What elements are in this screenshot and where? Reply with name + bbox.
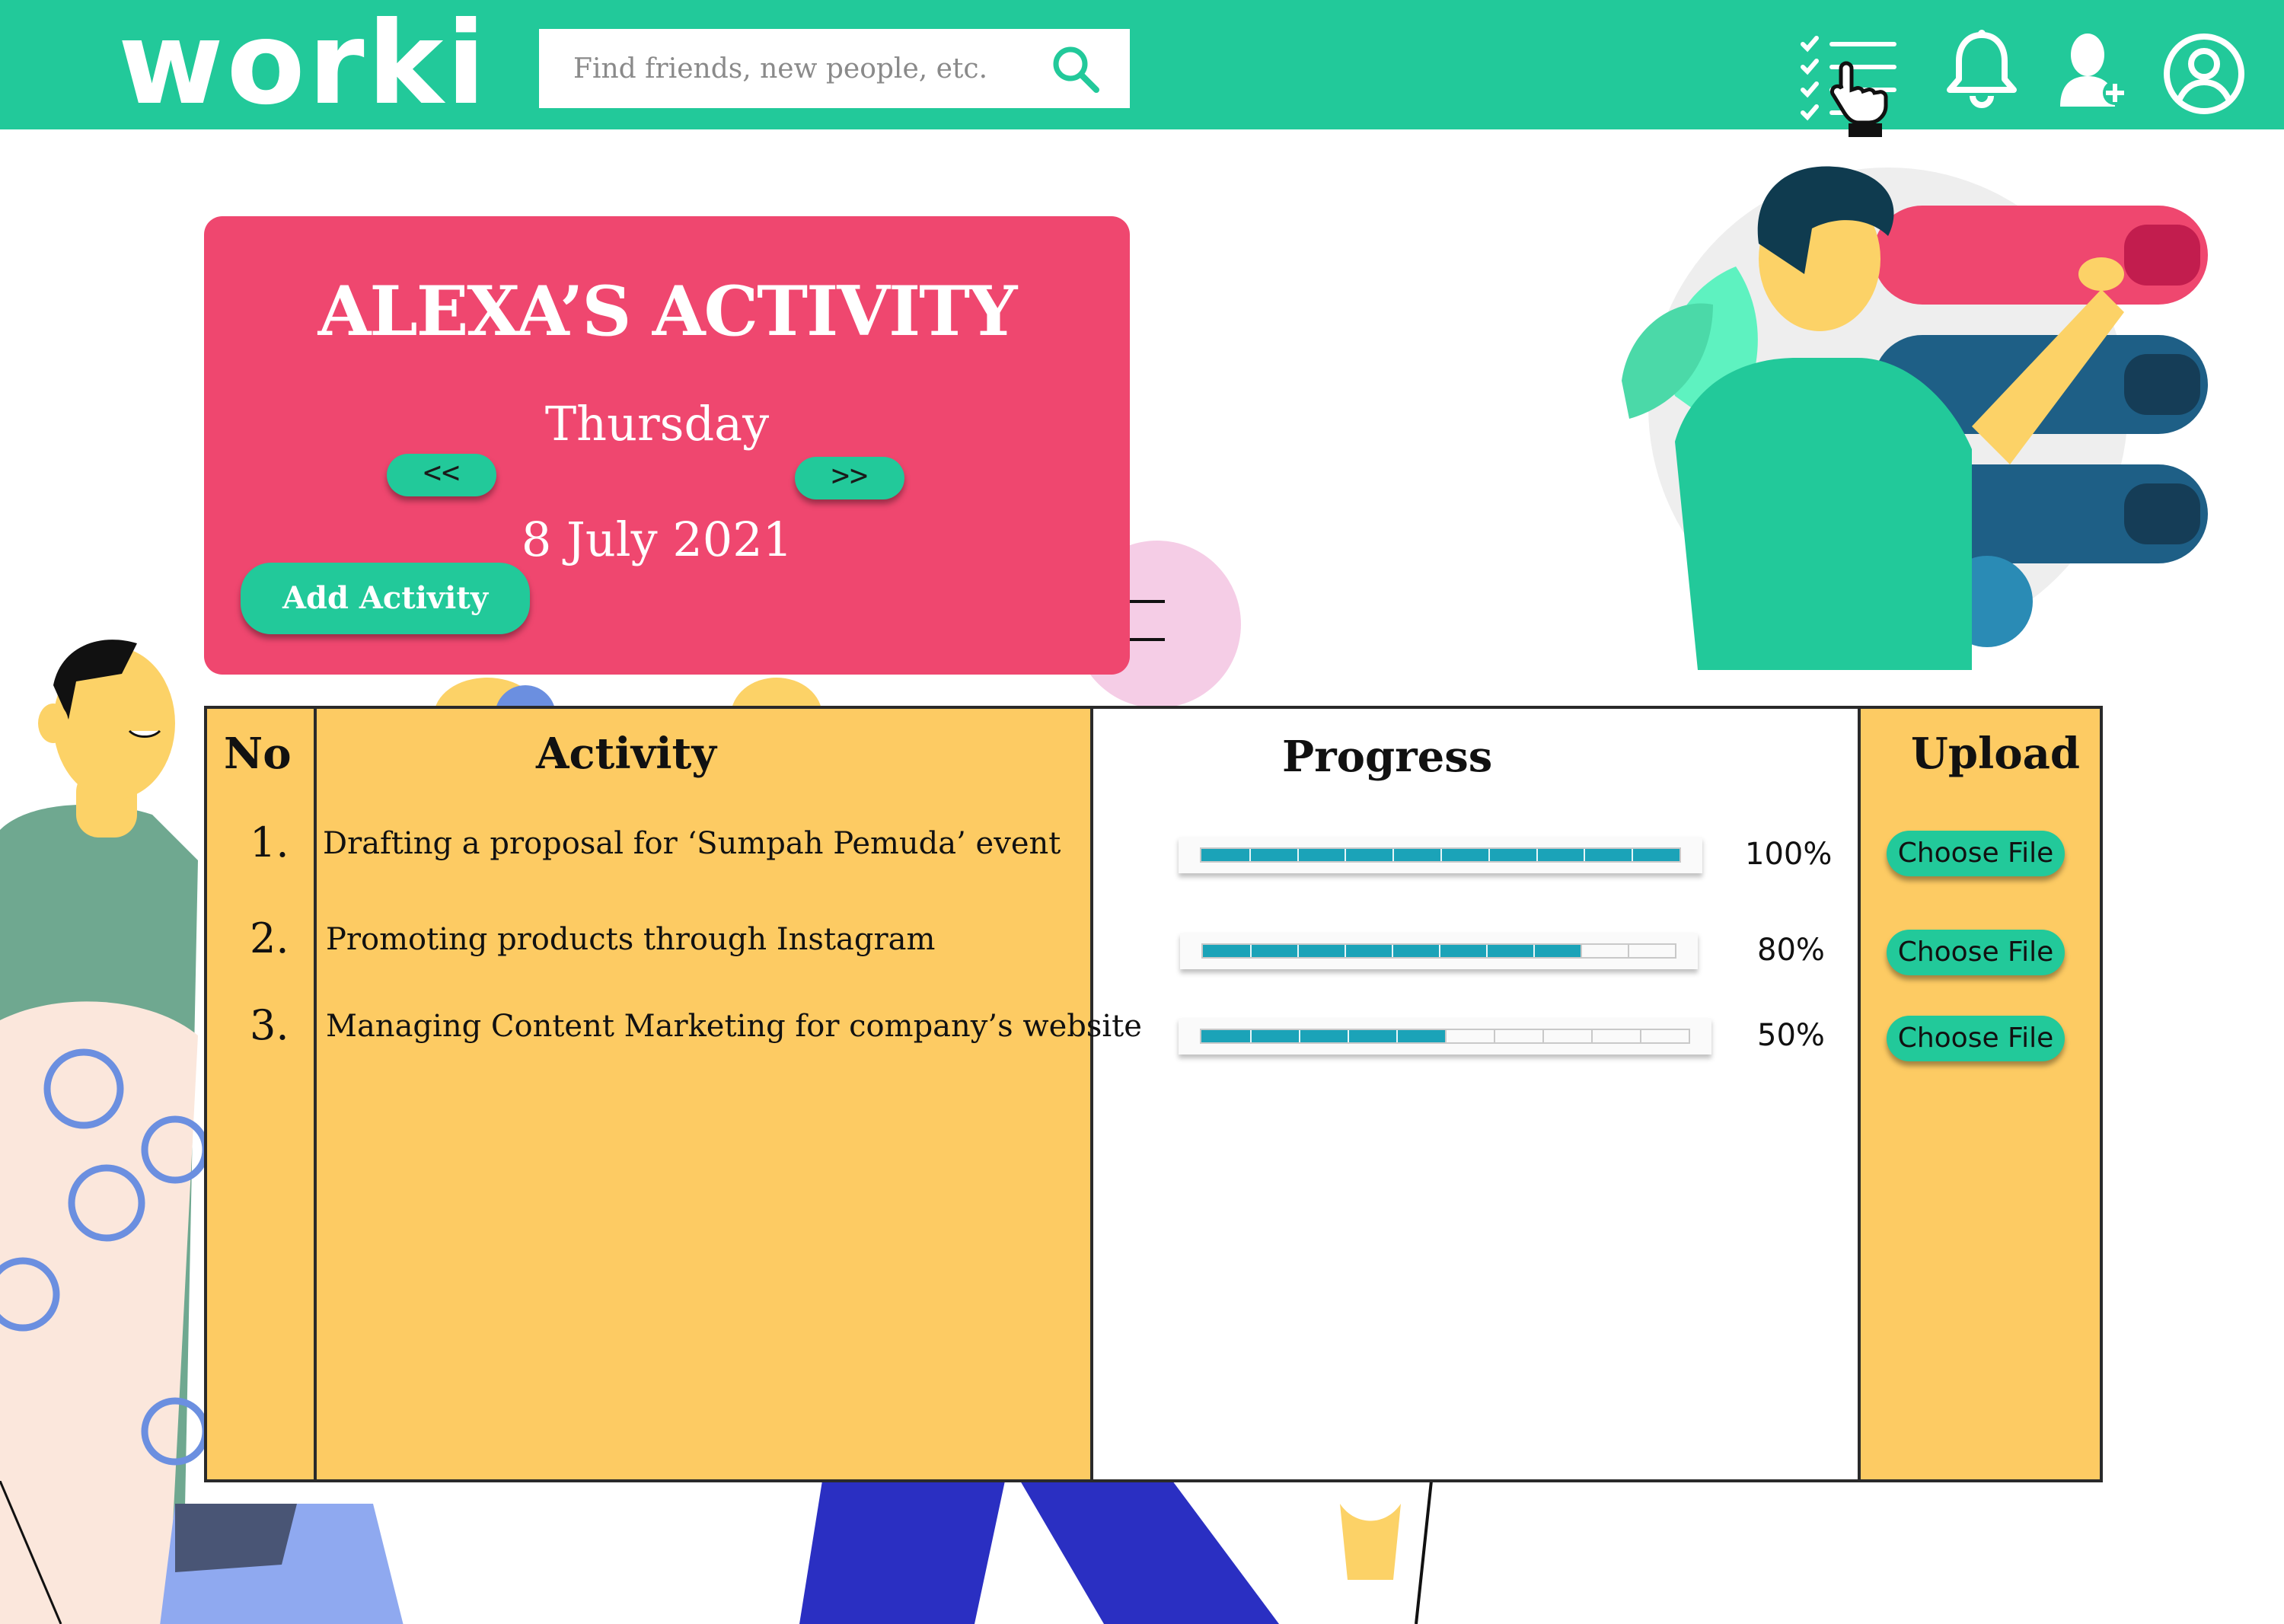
progress-column xyxy=(1093,709,1861,1479)
progress-segment-divider xyxy=(1345,945,1346,957)
card-title: ALEXA’S ACTIVITY xyxy=(317,271,1018,352)
upload-column xyxy=(1861,709,2100,1479)
progress-bar xyxy=(1179,1018,1711,1054)
progress-segment-divider xyxy=(1396,1030,1398,1042)
progress-segment-divider xyxy=(1488,849,1490,861)
activity-card: ALEXA’S ACTIVITY Thursday << >> 8 July 2… xyxy=(204,216,1130,675)
progress-percent: 80% xyxy=(1757,933,1825,968)
progress-segment-divider xyxy=(1581,945,1582,957)
header-progress: Progress xyxy=(1282,732,1493,782)
activity-table: No Activity Progress Upload 1. Drafting … xyxy=(204,706,2103,1482)
search-icon[interactable] xyxy=(1049,43,1102,96)
activity-text: Promoting products through Instagram xyxy=(326,922,936,957)
top-navigation-bar: worki xyxy=(0,0,2284,137)
progress-percent: 50% xyxy=(1757,1018,1825,1053)
progress-segment-divider xyxy=(1632,849,1634,861)
progress-segment-divider xyxy=(1299,1030,1300,1042)
header-upload: Upload xyxy=(1911,729,2081,779)
checklist-illustration xyxy=(1622,166,2208,670)
progress-segment-divider xyxy=(1445,1030,1447,1042)
progress-segment-divider xyxy=(1249,849,1251,861)
progress-segment-divider xyxy=(1486,945,1488,957)
activity-text: Managing Content Marketing for company’s… xyxy=(326,1009,1142,1044)
day-label: Thursday xyxy=(544,396,770,451)
progress-segment-divider xyxy=(1440,849,1442,861)
profile-icon[interactable] xyxy=(2162,32,2246,116)
progress-segment-divider xyxy=(1640,1030,1641,1042)
progress-fill xyxy=(1201,1030,1445,1042)
hand-pointer-cursor-icon xyxy=(1829,61,1888,137)
worki-logo[interactable]: worki xyxy=(118,3,489,125)
progress-segment-divider xyxy=(1584,849,1586,861)
search-input[interactable] xyxy=(539,29,1130,108)
progress-segment-divider xyxy=(1297,945,1299,957)
row-number: 1. xyxy=(250,818,289,866)
progress-segment-divider xyxy=(1392,945,1393,957)
progress-segment-divider xyxy=(1348,1030,1349,1042)
progress-segment-divider xyxy=(1250,945,1252,957)
person-illustration-left xyxy=(0,640,209,1624)
choose-file-button[interactable]: Choose File xyxy=(1887,1016,2065,1061)
header-activity: Activity xyxy=(536,729,716,779)
progress-segment-divider xyxy=(1536,849,1538,861)
progress-segment-divider xyxy=(1345,849,1347,861)
bell-icon[interactable] xyxy=(1945,27,2018,110)
progress-segment-divider xyxy=(1392,849,1395,861)
header-no: No xyxy=(224,729,292,779)
add-activity-button[interactable]: Add Activity xyxy=(241,563,530,634)
progress-segment-divider xyxy=(1250,1030,1252,1042)
progress-percent: 100% xyxy=(1745,837,1833,872)
progress-segment-divider xyxy=(1628,945,1629,957)
date-label: 8 July 2021 xyxy=(521,512,793,567)
progress-segment-divider xyxy=(1494,1030,1495,1042)
next-day-button[interactable]: >> xyxy=(795,457,904,499)
row-number: 3. xyxy=(250,1001,289,1049)
choose-file-button[interactable]: Choose File xyxy=(1887,930,2065,975)
progress-segment-divider xyxy=(1297,849,1299,861)
choose-file-button[interactable]: Choose File xyxy=(1887,831,2065,876)
checklist-icon[interactable] xyxy=(1797,34,1911,140)
progress-segment-divider xyxy=(1439,945,1440,957)
progress-bar xyxy=(1179,837,1702,873)
progress-segment-divider xyxy=(1591,1030,1593,1042)
previous-day-button[interactable]: << xyxy=(387,454,496,496)
activity-column xyxy=(317,709,1093,1479)
progress-bar xyxy=(1180,933,1698,969)
row-number: 2. xyxy=(250,914,289,962)
bottom-figures-decoration xyxy=(0,1481,1433,1624)
add-friend-icon[interactable] xyxy=(2056,27,2132,110)
activity-text: Drafting a proposal for ‘Sumpah Pemuda’ … xyxy=(323,826,1061,861)
progress-segment-divider xyxy=(1533,945,1535,957)
progress-segment-divider xyxy=(1542,1030,1544,1042)
